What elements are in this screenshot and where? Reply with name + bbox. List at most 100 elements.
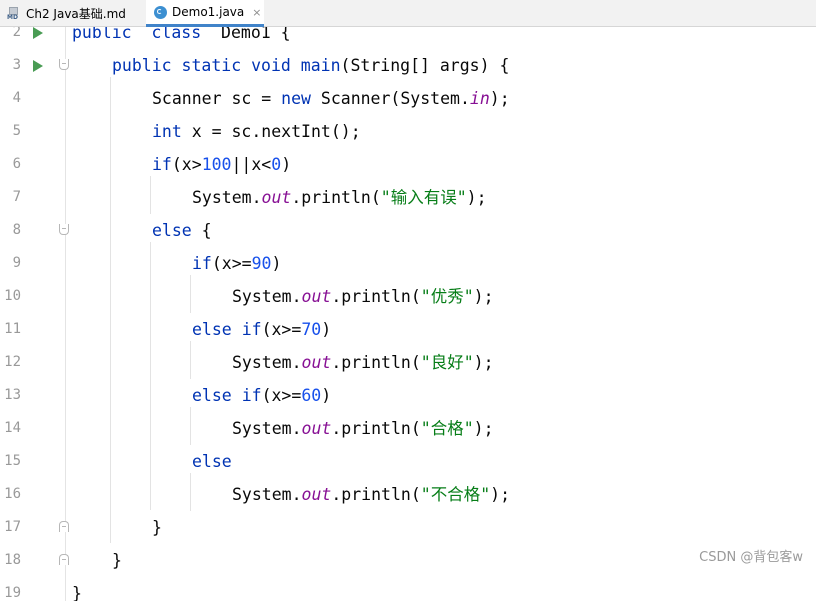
fold-icon[interactable] [59,224,69,235]
code-token: ); [473,419,494,438]
code-text[interactable]: } [112,544,122,577]
code-token: public [112,56,172,75]
code-text[interactable]: } [152,511,162,544]
code-token: .println( [331,287,421,306]
code-text[interactable]: public class Demo1 { [72,27,291,49]
code-line: 10 System.out.println("优秀"); [0,280,816,313]
line-number: 14 [4,420,21,436]
code-text[interactable]: else { [152,214,212,247]
code-text[interactable]: Scanner sc = new Scanner(System.in); [152,82,510,115]
editor-tab-bar: MD Ch2 Java基础.md Demo1.java × [0,0,816,27]
markdown-file-icon: MD [7,6,21,21]
ide-window: MD Ch2 Java基础.md Demo1.java × 2 public c… [0,0,816,601]
code-token: { [191,221,212,240]
code-text[interactable]: System.out.println("不合格"); [232,478,510,511]
code-token: ) [281,155,292,174]
tab-ch2-java-md[interactable]: MD Ch2 Java基础.md [4,0,144,27]
line-number: 4 [12,90,21,106]
code-text[interactable]: System.out.println("合格"); [232,412,494,445]
line-number: 11 [4,321,21,337]
code-token: if [241,320,262,339]
fold-icon[interactable] [59,521,69,532]
code-token: System. [232,353,302,372]
code-line: 13 else if(x>=60) [0,379,816,412]
code-token: if [152,155,172,174]
code-token: (x>= [261,320,302,339]
code-token: "合格" [420,419,474,438]
code-token: ); [489,89,510,108]
fold-icon[interactable] [59,554,69,565]
code-line: 12 System.out.println("良好"); [0,346,816,379]
code-token: out [301,353,332,372]
code-token: System. [232,485,302,504]
code-token: "不合格" [420,485,491,504]
code-token: 100 [201,155,232,174]
code-line: 11 else if(x>=70) [0,313,816,346]
code-token: (x>= [261,386,302,405]
code-text[interactable]: if(x>100||x<0) [152,148,291,181]
code-line: 5 int x = sc.nextInt(); [0,115,816,148]
code-text[interactable]: System.out.println("输入有误"); [192,181,487,214]
code-token: ) [271,254,282,273]
tab-demo1-java[interactable]: Demo1.java × [146,0,264,27]
code-line: 4 Scanner sc = new Scanner(System.in); [0,82,816,115]
code-text[interactable]: } [72,577,82,601]
code-token: out [301,419,332,438]
code-token: 60 [301,386,322,405]
line-number: 6 [12,156,21,172]
code-token: else [192,386,232,405]
code-line: 14 System.out.println("合格"); [0,412,816,445]
code-text[interactable]: public static void main(String[] args) { [112,49,509,82]
code-token: System. [192,188,262,207]
code-token: ) [321,320,332,339]
code-line: 3 public static void main(String[] args)… [0,49,816,82]
line-number: 13 [4,387,21,403]
code-token: main [300,56,341,75]
code-token: else [192,320,232,339]
tab-label: Demo1.java [172,5,245,19]
line-number: 18 [4,552,21,568]
code-text[interactable]: else if(x>=60) [192,379,331,412]
code-token: ); [473,287,494,306]
fold-icon[interactable] [59,59,69,70]
markdown-icon-label: MD [7,13,18,21]
run-icon[interactable] [33,27,43,39]
code-token: .println( [331,485,421,504]
code-token: int [152,122,182,141]
line-number: 3 [12,57,21,73]
code-token: 70 [301,320,322,339]
code-text[interactable]: else [192,445,232,478]
code-text[interactable]: int x = sc.nextInt(); [152,115,361,148]
code-token: static [181,56,242,75]
code-editor[interactable]: 2 public class Demo1 { 3 public static v… [0,27,816,601]
code-token: void [251,56,291,75]
run-icon[interactable] [33,60,43,72]
line-number: 19 [4,585,21,601]
code-token: (x> [171,155,202,174]
code-token: ); [473,353,494,372]
code-text[interactable]: System.out.println("良好"); [232,346,494,379]
line-number: 2 [12,27,21,40]
code-token: .println( [331,419,421,438]
line-number: 15 [4,453,21,469]
code-text[interactable]: System.out.println("优秀"); [232,280,494,313]
code-token: Scanner sc = [152,89,282,108]
code-token: x = sc.nextInt(); [181,122,361,141]
close-icon[interactable]: × [252,6,261,19]
line-number: 17 [4,519,21,535]
line-number: 12 [4,354,21,370]
code-token: new [281,89,311,108]
code-token: public [72,27,132,42]
code-line: 19 } [0,577,816,601]
code-text[interactable]: if(x>=90) [192,247,281,280]
code-token: ); [466,188,487,207]
code-token: "输入有误" [380,188,467,207]
code-token: ) [321,386,332,405]
code-text[interactable]: else if(x>=70) [192,313,331,346]
code-line: 6 if(x>100||x<0) [0,148,816,181]
